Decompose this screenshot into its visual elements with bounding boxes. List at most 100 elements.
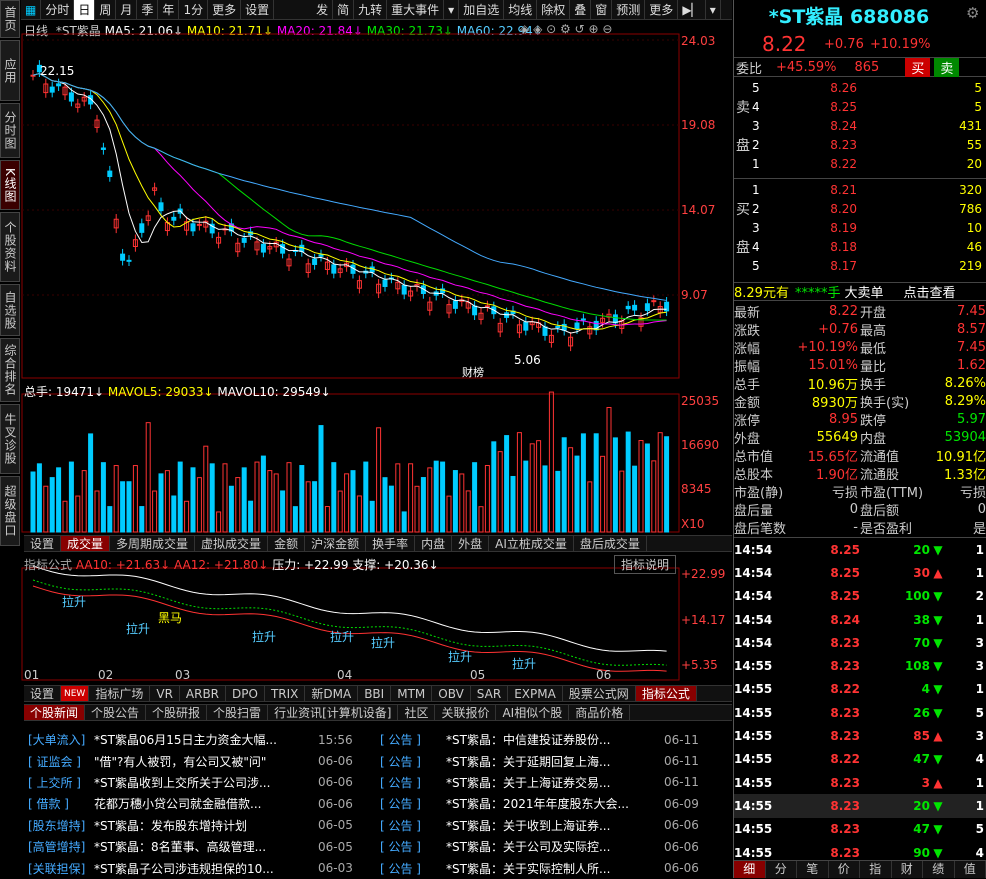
news-title[interactable]: 花都万穗小贷公司就金融借款...: [94, 795, 312, 812]
volume-tab-3[interactable]: 虚拟成交量: [195, 536, 268, 551]
indicator-help-button[interactable]: 指标说明: [614, 555, 676, 574]
left-tab-0[interactable]: 首页: [0, 0, 20, 38]
toolbar-item-jiuzhuan[interactable]: 九转: [354, 0, 387, 20]
chevron-down-icon[interactable]: ▾: [444, 0, 459, 20]
news-title[interactable]: *ST紫晶：中信建投证券股份...: [446, 731, 658, 748]
indicator-tab-1[interactable]: NEW: [61, 686, 89, 701]
news-title[interactable]: *ST紫晶：发布股东增持计划: [94, 817, 312, 834]
news-item[interactable]: [ 证监会 ]"借"?有人被罚，有公司又被"问"06-06: [28, 750, 373, 771]
news-tab-8[interactable]: 商品价格: [569, 705, 630, 720]
news-item[interactable]: [ 上交所 ]*ST紫晶收到上交所关于公司涉...06-06: [28, 772, 373, 793]
toolbar-item-ma[interactable]: 均线: [504, 0, 537, 20]
bottom-tab-5[interactable]: 财: [892, 861, 924, 878]
toolbar-item-overlay[interactable]: 叠: [570, 0, 591, 20]
news-title[interactable]: *ST紫晶：2021年年度股东大会...: [446, 795, 658, 812]
big-order-link[interactable]: 点击查看: [903, 282, 955, 301]
news-title[interactable]: *ST紫晶：关于公司及实际控...: [446, 838, 658, 855]
volume-tab-1[interactable]: 成交量: [61, 536, 110, 551]
indicator-tab-7[interactable]: 新DMA: [305, 686, 358, 701]
volume-tab-8[interactable]: 外盘: [452, 536, 489, 551]
volume-tab-2[interactable]: 多周期成交量: [110, 536, 195, 551]
toolbar-item-pen[interactable]: 发: [312, 0, 333, 20]
news-title[interactable]: *ST紫晶：关于实际控制人所...: [446, 860, 658, 877]
news-tab-6[interactable]: 关联报价: [435, 705, 496, 720]
indicator-tab-6[interactable]: TRIX: [265, 686, 305, 701]
news-item[interactable]: [ 公告 ]*ST紫晶：关于实际控制人所...06-06: [380, 857, 730, 878]
news-tab-5[interactable]: 社区: [398, 705, 435, 720]
toolbar-item-year[interactable]: 年: [158, 0, 179, 20]
news-title[interactable]: *ST紫晶06月15日主力资金大幅...: [94, 731, 312, 748]
sell-button[interactable]: 卖: [934, 58, 959, 77]
news-item[interactable]: [ 公告 ]*ST紫晶：关于延期回复上海...06-11: [380, 750, 730, 771]
gear-icon[interactable]: ⚙: [966, 4, 979, 22]
toolbar-item-minute[interactable]: 分时: [41, 0, 74, 20]
volume-tab-5[interactable]: 沪深金额: [305, 536, 366, 551]
bottom-tab-2[interactable]: 笔: [797, 861, 829, 878]
news-item[interactable]: [ 公告 ]*ST紫晶：关于上海证券交易...06-11: [380, 772, 730, 793]
toolbar-item-month[interactable]: 月: [116, 0, 137, 20]
bottom-tab-1[interactable]: 分: [766, 861, 798, 878]
toolbar-item-settings[interactable]: 设置: [241, 0, 274, 20]
news-tab-0[interactable]: 个股新闻: [24, 705, 85, 720]
news-tab-7[interactable]: AI相似个股: [496, 705, 569, 720]
indicator-tab-3[interactable]: VR: [150, 686, 180, 701]
volume-tab-4[interactable]: 金额: [268, 536, 305, 551]
volume-tab-6[interactable]: 换手率: [366, 536, 415, 551]
bottom-tab-6[interactable]: 绩: [923, 861, 955, 878]
news-title[interactable]: *ST紫晶：关于延期回复上海...: [446, 753, 658, 770]
news-item[interactable]: [关联担保]*ST紫晶子公司涉违规担保的10...06-03: [28, 857, 373, 878]
toolbar-item-day[interactable]: 日: [74, 0, 95, 20]
news-tab-4[interactable]: 行业资讯[计算机设备]: [268, 705, 398, 720]
indicator-tab-8[interactable]: BBI: [358, 686, 391, 701]
toolbar-item-add-watch[interactable]: 加自选: [459, 0, 504, 20]
toolbar-item-week[interactable]: 周: [95, 0, 116, 20]
news-tab-3[interactable]: 个股扫雷: [207, 705, 268, 720]
volume-tab-0[interactable]: 设置: [24, 536, 61, 551]
indicator-tab-9[interactable]: MTM: [391, 686, 432, 701]
bottom-tab-3[interactable]: 价: [829, 861, 861, 878]
toolbar-item-exright[interactable]: 除权: [537, 0, 570, 20]
news-tab-2[interactable]: 个股研报: [146, 705, 207, 720]
news-title[interactable]: *ST紫晶子公司涉违规担保的10...: [94, 860, 312, 877]
bottom-tab-0[interactable]: 细: [734, 861, 766, 878]
indicator-tab-11[interactable]: SAR: [471, 686, 508, 701]
toolbar-item-events[interactable]: 重大事件: [387, 0, 444, 20]
indicator-tab-12[interactable]: EXPMA: [508, 686, 563, 701]
bottom-tab-4[interactable]: 指: [860, 861, 892, 878]
indicator-tab-2[interactable]: 指标广场: [89, 686, 150, 701]
news-item[interactable]: [ 公告 ]*ST紫晶：中信建投证券股份...06-11: [380, 729, 730, 750]
toolbar-item-more2[interactable]: 更多: [645, 0, 678, 20]
toolbar-item-window[interactable]: 窗: [591, 0, 612, 20]
event-note[interactable]: 财榜: [462, 364, 484, 380]
news-item[interactable]: [高管增持]*ST紫晶：8名董事、高级管理...06-05: [28, 836, 373, 857]
toolbar-item-more[interactable]: 更多: [208, 0, 241, 20]
news-title[interactable]: *ST紫晶：8名董事、高级管理...: [94, 838, 312, 855]
left-tab-7[interactable]: 牛叉诊股: [0, 404, 20, 474]
volume-tab-7[interactable]: 内盘: [415, 536, 452, 551]
news-item[interactable]: [股东增持]*ST紫晶：发布股东增持计划06-05: [28, 815, 373, 836]
news-title[interactable]: "借"?有人被罚，有公司又被"问": [94, 753, 312, 770]
toolbar-item-1min[interactable]: 1分: [179, 0, 208, 20]
toolbar-item-simple[interactable]: 简: [333, 0, 354, 20]
indicator-tab-5[interactable]: DPO: [226, 686, 265, 701]
toolbar-item-quarter[interactable]: 季: [137, 0, 158, 20]
indicator-tab-13[interactable]: 股票公式网: [563, 686, 636, 701]
left-tab-5[interactable]: 自选股: [0, 284, 20, 336]
indicator-tab-0[interactable]: 设置: [24, 686, 61, 701]
news-tab-1[interactable]: 个股公告: [85, 705, 146, 720]
indicator-tab-10[interactable]: OBV: [432, 686, 471, 701]
news-item[interactable]: [ 公告 ]*ST紫晶：关于收到上海证券...06-06: [380, 815, 730, 836]
volume-tab-9[interactable]: AI立桩成交量: [489, 536, 574, 551]
chevron-down-icon[interactable]: ▾: [706, 0, 721, 20]
left-tab-8[interactable]: 超级盘口: [0, 476, 20, 546]
collapse-icon[interactable]: ▶▏: [678, 0, 705, 20]
toolbar-item-forecast[interactable]: 预测: [612, 0, 645, 20]
left-tab-4[interactable]: 个股资料: [0, 212, 20, 282]
volume-tab-10[interactable]: 盘后成交量: [574, 536, 647, 551]
chart-icon[interactable]: ▦: [21, 0, 41, 20]
indicator-tab-4[interactable]: ARBR: [180, 686, 226, 701]
news-title[interactable]: *ST紫晶：关于上海证券交易...: [446, 774, 658, 791]
indicator-tab-14[interactable]: 指标公式: [636, 686, 697, 701]
left-tab-3[interactable]: K线图: [0, 160, 20, 210]
bottom-tab-7[interactable]: 值: [955, 861, 986, 878]
